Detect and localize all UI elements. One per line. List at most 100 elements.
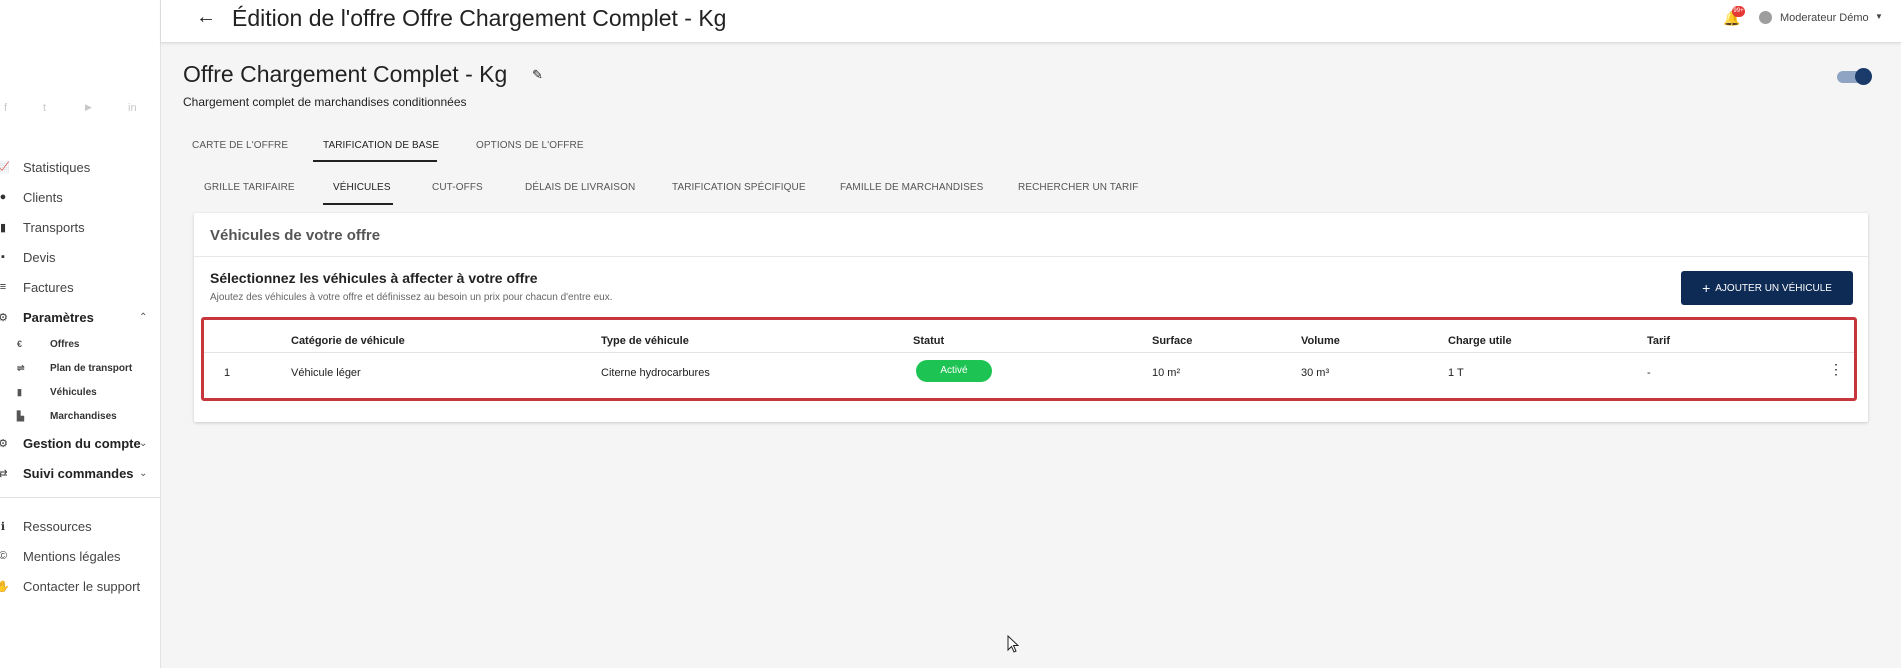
sidebar-item-statistiques[interactable]: 📈 Statistiques — [0, 152, 161, 182]
caret-down-icon[interactable]: ▼ — [1875, 12, 1883, 21]
vehicles-table: Catégorie de véhicule Type de véhicule S… — [201, 317, 1857, 401]
copyright-icon: © — [0, 550, 8, 562]
tab-options-de-l-offre[interactable]: OPTIONS DE L'OFFRE — [476, 140, 584, 151]
sidebar-item-label: Gestion du compte — [23, 435, 141, 451]
user-avatar-icon[interactable] — [1759, 11, 1772, 24]
chart-icon: 📈 — [0, 161, 10, 174]
social-links: f t ▶ in — [0, 102, 161, 118]
header-divider — [204, 352, 1854, 353]
chevron-down-icon: ⌄ — [139, 437, 148, 449]
row-index: 1 — [224, 367, 231, 379]
sidebar-item-factures[interactable]: ≡ Factures — [0, 272, 161, 302]
column-header[interactable]: Statut — [913, 335, 944, 347]
more-options-icon[interactable]: ⋮ — [1829, 361, 1843, 378]
cell-category: Véhicule léger — [291, 367, 361, 379]
sidebar-item-label: Paramètres — [23, 309, 94, 325]
linkedin-icon[interactable]: in — [128, 102, 137, 114]
sidebar-item-devis[interactable]: ▪ Devis — [0, 242, 161, 272]
subtab-delais-de-livraison[interactable]: DÉLAIS DE LIVRAISON — [525, 182, 635, 193]
subtab-tarification-specifique[interactable]: TARIFICATION SPÉCIFIQUE — [672, 182, 806, 193]
column-header[interactable]: Volume — [1301, 335, 1340, 347]
sidebar-item-label: Factures — [23, 279, 74, 295]
card-divider — [194, 256, 1868, 257]
signpost-icon: ⇌ — [17, 362, 25, 373]
sidebar-item-gestion-du-compte[interactable]: ⚙ Gestion du compte ⌄ — [0, 428, 161, 458]
facebook-icon[interactable]: f — [4, 102, 7, 114]
column-header[interactable]: Type de véhicule — [601, 335, 689, 347]
subtab-rechercher-un-tarif[interactable]: RECHERCHER UN TARIF — [1018, 182, 1138, 193]
add-vehicle-button[interactable]: + AJOUTER UN VÉHICULE — [1681, 271, 1853, 305]
subtab-famille-de-marchandises[interactable]: FAMILLE DE MARCHANDISES — [840, 182, 983, 193]
subtab-vehicules[interactable]: VÉHICULES — [333, 182, 391, 193]
twitter-icon[interactable]: t — [43, 102, 46, 114]
offer-active-toggle[interactable] — [1837, 68, 1872, 85]
euro-icon: € — [17, 339, 23, 349]
sidebar-item-label: Offres — [50, 338, 80, 350]
gears-icon: ⚙ — [0, 311, 8, 324]
mouse-cursor-icon — [1007, 635, 1019, 653]
sidebar-item-label: Marchandises — [50, 410, 117, 422]
cell-surface: 10 m² — [1152, 367, 1181, 379]
sidebar-item-label: Suivi commandes — [23, 465, 134, 481]
section-title: Sélectionnez les véhicules à affecter à … — [210, 270, 538, 286]
subtab-grille-tarifaire[interactable]: GRILLE TARIFAIRE — [204, 182, 295, 193]
truck-icon: ▮ — [0, 221, 7, 234]
subtab-cut-offs[interactable]: CUT-OFFS — [432, 182, 483, 193]
sidebar-item-mentions-legales[interactable]: © Mentions légales — [0, 541, 161, 571]
tab-carte-de-l-offre[interactable]: CARTE DE L'OFFRE — [192, 140, 288, 151]
add-vehicle-label: AJOUTER UN VÉHICULE — [1715, 282, 1832, 294]
vehicles-card: Véhicules de votre offre Sélectionnez le… — [194, 213, 1868, 422]
section-description: Ajoutez des véhicules à votre offre et d… — [210, 292, 613, 303]
sidebar-item-label: Transports — [23, 219, 85, 235]
cell-type: Citerne hydrocarbures — [601, 367, 710, 379]
edit-icon[interactable]: ✎ — [532, 67, 543, 83]
sidebar-item-label: Véhicules — [50, 386, 97, 398]
sidebar-subitem-vehicules[interactable]: ▮ Véhicules — [0, 380, 161, 404]
sidebar-item-transports[interactable]: ▮ Transports — [0, 212, 161, 242]
cell-payload: 1 T — [1448, 367, 1464, 379]
status-badge: Activé — [916, 360, 992, 382]
subtab-active-indicator — [323, 203, 393, 205]
sidebar: f t ▶ in 📈 Statistiques ● Clients ▮ Tran… — [0, 0, 161, 668]
column-header[interactable]: Catégorie de véhicule — [291, 335, 405, 347]
notification-badge: 99+ — [1732, 6, 1745, 17]
sidebar-item-label: Plan de transport — [50, 362, 133, 374]
sidebar-item-label: Contacter le support — [23, 578, 141, 594]
exchange-icon: ⇄ — [0, 467, 8, 480]
offer-title: Offre Chargement Complet - Kg — [183, 61, 508, 87]
chevron-down-icon: ⌄ — [139, 467, 148, 479]
tab-tarification-de-base[interactable]: TARIFICATION DE BASE — [323, 140, 439, 151]
sidebar-subitem-plan-de-transport[interactable]: ⇌ Plan de transport — [0, 356, 161, 380]
back-arrow-icon[interactable]: ← — [196, 6, 216, 29]
truck-icon: ▮ — [17, 386, 22, 397]
tab-active-indicator — [313, 160, 437, 162]
sidebar-item-clients[interactable]: ● Clients — [0, 182, 161, 212]
sidebar-item-label: Mentions légales — [23, 548, 121, 564]
toggle-knob — [1855, 68, 1872, 85]
sidebar-nav: 📈 Statistiques ● Clients ▮ Transports ▪ … — [0, 152, 161, 488]
sidebar-item-label: Devis — [23, 249, 56, 265]
youtube-icon[interactable]: ▶ — [85, 102, 92, 113]
sidebar-divider — [0, 497, 161, 498]
person-icon: ● — [0, 191, 7, 203]
column-header[interactable]: Surface — [1152, 335, 1192, 347]
sidebar-subitem-marchandises[interactable]: ▙ Marchandises — [0, 404, 161, 428]
document-icon: ▪ — [1, 251, 5, 263]
list-icon: ≡ — [0, 281, 7, 293]
page-title: Édition de l'offre Offre Chargement Comp… — [232, 5, 727, 31]
sidebar-nav-secondary: ℹ Ressources © Mentions légales ✋ Contac… — [0, 511, 161, 601]
handshake-icon: ✋ — [0, 580, 10, 593]
sidebar-item-ressources[interactable]: ℹ Ressources — [0, 511, 161, 541]
chevron-up-icon: ⌃ — [139, 311, 148, 323]
sidebar-item-label: Ressources — [23, 518, 92, 534]
sidebar-item-contacter-le-support[interactable]: ✋ Contacter le support — [0, 571, 161, 601]
sidebar-subitem-offres[interactable]: € Offres — [0, 332, 161, 356]
offer-subtitle: Chargement complet de marchandises condi… — [183, 95, 467, 109]
column-header[interactable]: Tarif — [1647, 335, 1670, 347]
sidebar-item-suivi-commandes[interactable]: ⇄ Suivi commandes ⌄ — [0, 458, 161, 488]
user-menu[interactable]: Moderateur Démo — [1780, 12, 1869, 24]
column-header[interactable]: Charge utile — [1448, 335, 1512, 347]
sidebar-item-parametres[interactable]: ⚙ Paramètres ⌃ — [0, 302, 161, 332]
info-icon: ℹ — [0, 520, 6, 533]
sidebar-item-label: Clients — [23, 189, 63, 205]
